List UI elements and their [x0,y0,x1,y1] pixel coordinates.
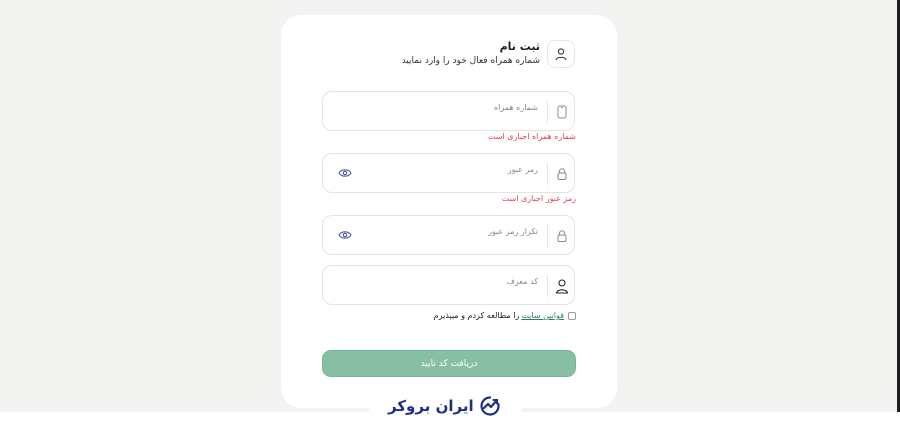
brand-logo[interactable]: ایران بروکر [388,395,501,417]
header-user-icon [547,40,575,68]
field-divider [547,101,548,123]
submit-button[interactable]: دریافت کد تایید [322,350,576,377]
mobile-icon [553,102,571,122]
field-divider [547,163,548,185]
phone-error: شماره همراه اجباری است [487,132,576,141]
password-field[interactable]: رمز عبور [322,153,575,193]
lock-icon [553,226,571,246]
eye-icon[interactable] [338,229,352,241]
referral-placeholder: کد معرف [506,277,538,286]
register-card: ثبت نام شماره همراه فعال خود را وارد نما… [281,15,617,408]
password-confirm-placeholder: تکرار رمز عبور [488,227,538,236]
password-confirm-field[interactable]: تکرار رمز عبور [322,215,575,255]
terms-checkbox[interactable] [568,311,576,320]
field-divider [547,225,548,247]
user-icon [553,276,571,296]
terms-link[interactable]: قوانین سایت [521,311,564,320]
page-title: ثبت نام [499,40,540,53]
phone-field[interactable]: شماره همراه [322,91,575,131]
password-placeholder: رمز عبور [507,165,538,174]
brand-mark-icon [480,396,500,416]
referral-field[interactable]: کد معرف [322,265,575,305]
password-error: رمز عبور اجباری است [501,194,576,203]
field-divider [547,275,548,297]
page-subtitle: شماره همراه فعال خود را وارد نمایید [401,56,540,66]
brand-name: ایران بروکر [388,397,474,415]
lock-icon [553,164,571,184]
terms-text: را مطالعه کردم و میپذیرم [433,311,520,320]
phone-placeholder: شماره همراه [493,103,538,112]
terms-row: قوانین سایت را مطالعه کردم و میپذیرم [434,311,576,320]
eye-icon[interactable] [338,167,352,179]
